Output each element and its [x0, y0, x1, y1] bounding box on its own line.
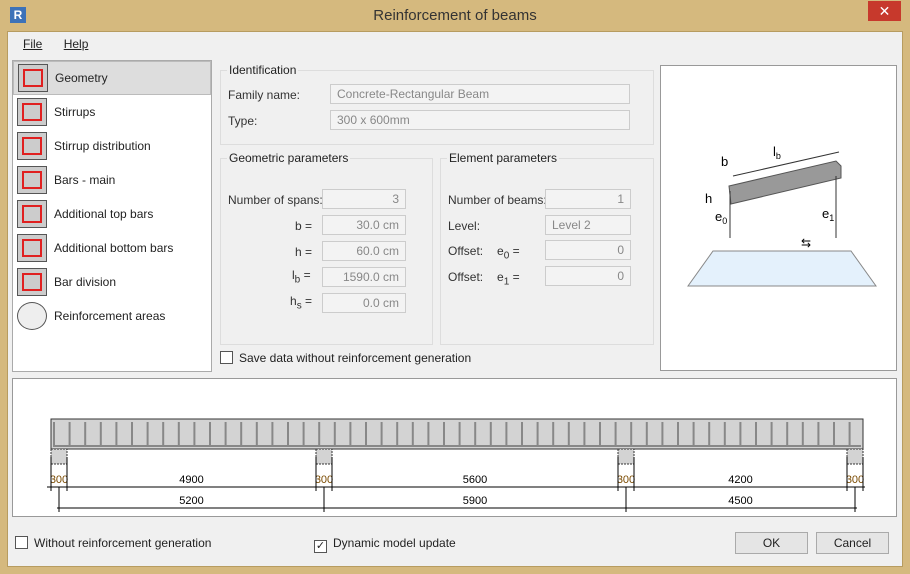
clear-span-label: 5600: [463, 474, 487, 486]
menu-help[interactable]: Help: [64, 37, 89, 51]
level-arrow-icon: ⇆: [801, 236, 811, 250]
beam-diagram-preview: lb b h e0 e1 ⇆: [660, 65, 897, 371]
b-diagram-label: b: [721, 154, 728, 169]
h-field[interactable]: 60.0 cm: [322, 241, 406, 261]
sidebar-item-label: Geometry: [55, 71, 108, 85]
stirrup-distribution-icon: [17, 132, 47, 160]
identification-group: Identification: [220, 63, 654, 145]
offset0-label: Offset:: [448, 244, 484, 258]
e0-label: e0 =: [497, 244, 520, 262]
sidebar: Geometry Stirrups Stirrup distribution Bars…: [12, 60, 212, 372]
offset0-field[interactable]: 0: [545, 240, 631, 260]
group-title: Element parameters: [447, 151, 560, 165]
main-bars-icon: [17, 166, 47, 194]
clear-span-label: 4200: [728, 474, 752, 486]
geometry-icon: [18, 64, 48, 92]
sidebar-item-bars-main[interactable]: Bars - main: [13, 163, 211, 197]
level-field[interactable]: Level 2: [545, 215, 631, 235]
level-plane: [687, 250, 877, 287]
window-title: Reinforcement of beams: [373, 7, 537, 24]
bar-division-icon: [17, 268, 47, 296]
checkbox-box[interactable]: [220, 351, 233, 364]
e0-diagram-label: e0: [715, 209, 727, 226]
without-reinforcement-checkbox[interactable]: Without reinforcement generation: [15, 536, 211, 550]
beams-label: Number of beams:: [448, 193, 547, 207]
support-width-label: 300: [846, 474, 864, 486]
checkbox-box[interactable]: [15, 536, 28, 549]
family-name-field[interactable]: Concrete-Rectangular Beam: [330, 84, 630, 104]
bottom-bars-icon: [17, 234, 47, 262]
axis-span-label: 4500: [728, 495, 752, 507]
spans-field[interactable]: 3: [322, 189, 406, 209]
revit-logo-icon: R: [10, 7, 26, 23]
support-column: [315, 448, 333, 465]
sidebar-item-additional-bottom-bars[interactable]: Additional bottom bars: [13, 231, 211, 265]
family-name-label: Family name:: [228, 88, 301, 102]
sidebar-item-label: Stirrup distribution: [54, 139, 151, 153]
title-bar: Reinforcement of beams: [0, 0, 910, 31]
type-label: Type:: [228, 114, 258, 128]
lb-diagram-label: lb: [773, 144, 781, 161]
sidebar-item-bar-division[interactable]: Bar division: [13, 265, 211, 299]
sidebar-item-stirrups[interactable]: Stirrups: [13, 95, 211, 129]
h-diagram-label: h: [705, 191, 712, 206]
lb-field[interactable]: 1590.0 cm: [322, 267, 406, 287]
beam-3d: [728, 160, 842, 205]
support-column: [617, 448, 635, 465]
sidebar-item-additional-top-bars[interactable]: Additional top bars: [13, 197, 211, 231]
reinforcement-areas-icon: [17, 302, 47, 330]
sidebar-item-label: Additional top bars: [54, 207, 154, 221]
support-width-label: 300: [315, 474, 333, 486]
menu-file[interactable]: File: [23, 37, 42, 51]
sidebar-item-label: Bars - main: [54, 173, 116, 187]
hs-label: hs =: [290, 294, 313, 312]
menu-bar: File Help: [23, 37, 106, 51]
offset1-label: Offset:: [448, 270, 484, 284]
sidebar-item-geometry[interactable]: Geometry: [13, 61, 211, 95]
b-field[interactable]: 30.0 cm: [322, 215, 406, 235]
level-label: Level:: [448, 219, 481, 233]
offset1-field[interactable]: 0: [545, 266, 631, 286]
e1-diagram-label: e1: [822, 206, 834, 223]
group-title: Identification: [227, 63, 299, 77]
sidebar-item-reinforcement-areas[interactable]: Reinforcement areas: [13, 299, 211, 333]
beams-field[interactable]: 1: [545, 189, 631, 209]
h-label: h =: [295, 245, 313, 259]
checkbox-label: Dynamic model update: [333, 536, 456, 550]
axis-span-label: 5200: [179, 495, 203, 507]
checkmark-icon[interactable]: ✓: [314, 540, 327, 553]
support-column: [846, 448, 864, 465]
close-button[interactable]: ✕: [868, 1, 901, 21]
hs-field[interactable]: 0.0 cm: [322, 293, 406, 313]
sidebar-item-label: Stirrups: [54, 105, 96, 119]
checkbox-label: Without reinforcement generation: [34, 536, 212, 550]
group-title: Geometric parameters: [227, 151, 351, 165]
support-width-label: 300: [50, 474, 68, 486]
top-bars-icon: [17, 200, 47, 228]
support-width-label: 300: [617, 474, 635, 486]
sidebar-item-stirrup-distribution[interactable]: Stirrup distribution: [13, 129, 211, 163]
sidebar-item-label: Reinforcement areas: [54, 309, 166, 323]
sidebar-item-label: Bar division: [54, 275, 117, 289]
support-column: [50, 448, 68, 465]
beam-elevation: 300 300 300 300 4900 5200 5600 5900 4200 4500: [12, 378, 897, 517]
save-without-checkbox[interactable]: Save data without reinforcement generati…: [220, 351, 471, 365]
spans-label: Number of spans:: [228, 193, 323, 207]
clear-span-label: 4900: [179, 474, 203, 486]
cancel-button[interactable]: Cancel: [816, 532, 889, 554]
ok-button[interactable]: OK: [735, 532, 808, 554]
sidebar-item-label: Additional bottom bars: [54, 241, 174, 255]
lb-label: lb =: [292, 268, 311, 286]
type-field[interactable]: 300 x 600mm: [330, 110, 630, 130]
axis-span-label: 5900: [463, 495, 487, 507]
checkbox-label: Save data without reinforcement generati…: [239, 351, 472, 365]
b-label: b =: [295, 219, 313, 233]
stirrups-icon: [17, 98, 47, 126]
e1-label: e1 =: [497, 270, 520, 288]
dynamic-update-checkbox[interactable]: ✓ Dynamic model update: [314, 536, 456, 553]
